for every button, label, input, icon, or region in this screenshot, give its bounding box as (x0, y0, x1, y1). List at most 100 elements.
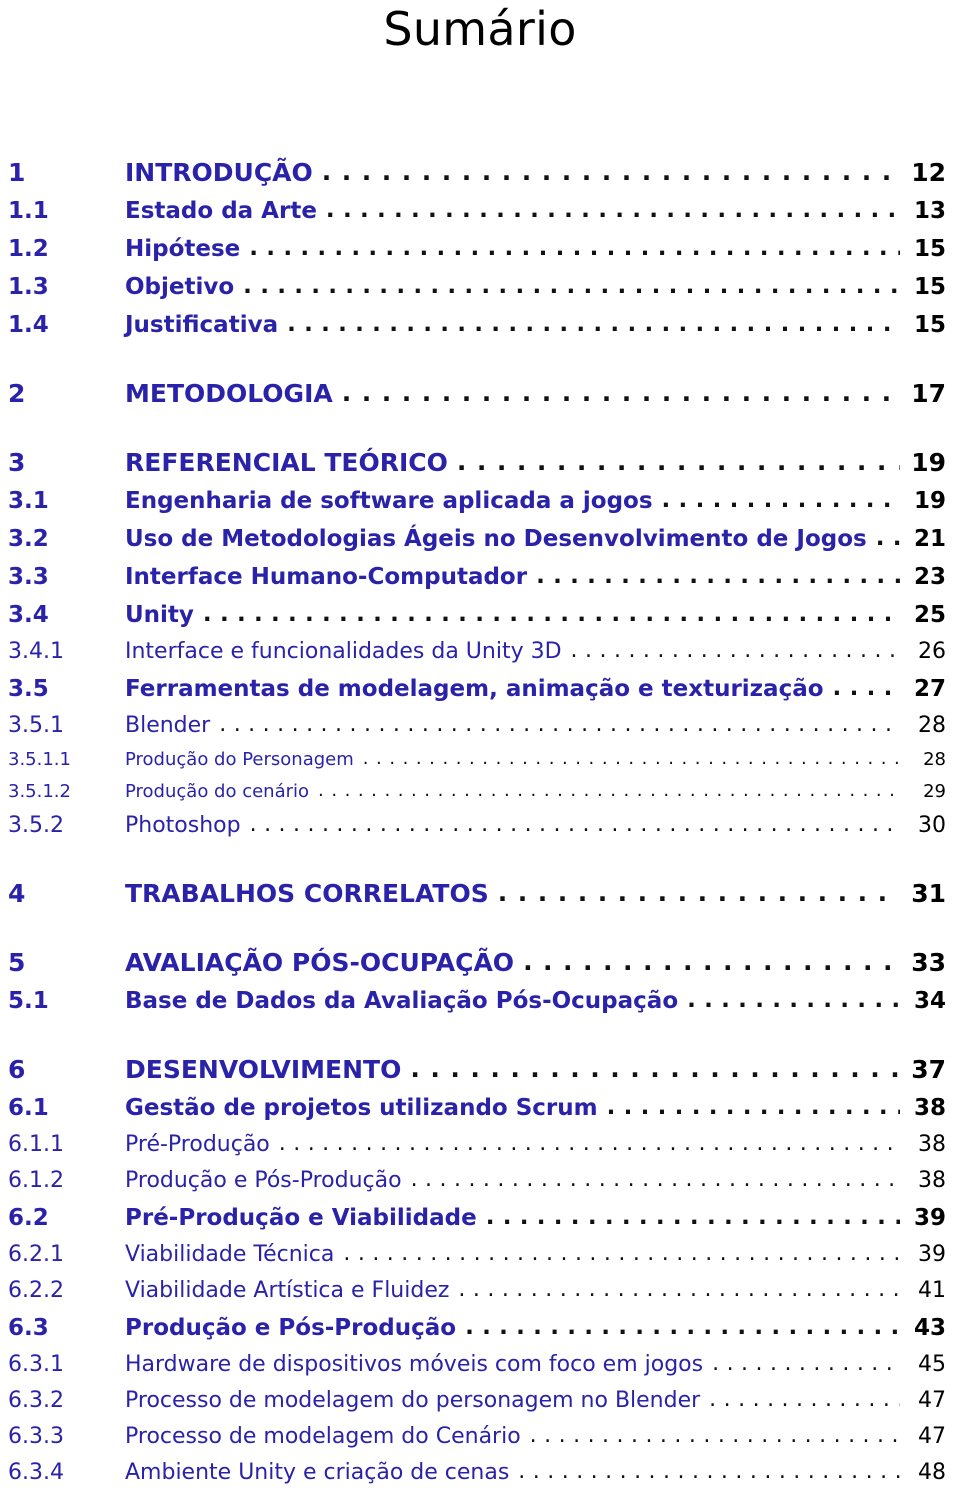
page-title: Sumário (383, 2, 577, 56)
toc-entry-title: Objetivo (125, 274, 235, 300)
toc-entry[interactable]: 6.2.2 Viabilidade Artística e Fluidez....… (0, 1278, 946, 1303)
toc-entry-title: Interface Humano-Computador (125, 564, 528, 590)
toc-entry-title: Produção do cenário (125, 781, 310, 802)
toc-entry[interactable]: 3.2 Uso de Metodologias Ágeis no Desenvol… (0, 526, 946, 552)
toc-entry[interactable]: 3.1 Engenharia de software aplicada a jog… (0, 488, 946, 514)
dot-leader: ........................................… (458, 1279, 900, 1301)
toc-entry[interactable]: 6.3.1 Hardware de dispositivos móveis com… (0, 1353, 946, 1376)
dot-leader: ........................................… (832, 677, 900, 700)
toc-entry[interactable]: 6.1.2 Produção e Pós-Produção............… (0, 1168, 946, 1193)
toc-entry[interactable]: 6.1 Gestão de projetos utilizando Scrum..… (0, 1095, 946, 1121)
toc-entry-title: DESENVOLVIMENTO (125, 1055, 402, 1084)
dot-leader: ........................................… (321, 159, 900, 184)
toc-entry-title: Interface e funcionalidades da Unity 3D (125, 639, 562, 664)
toc-entry-page: 48 (918, 1460, 946, 1485)
toc-entry-number: 3 (8, 448, 26, 477)
toc-entry-title: TRABALHOS CORRELATOS (125, 879, 489, 908)
toc-entry-page: 26 (918, 639, 946, 664)
dot-leader: ........................................… (465, 1316, 900, 1339)
dot-leader: ........................................… (497, 880, 900, 905)
dot-leader: ........................................… (875, 527, 900, 550)
dot-leader: ........................................… (709, 1389, 900, 1411)
toc-entry[interactable]: 4 TRABALHOS CORRELATOS...................… (0, 879, 946, 908)
toc-entry-number: 3.2 (8, 526, 49, 552)
toc-entry[interactable]: 1.2 Hipótese.............................… (0, 236, 946, 262)
toc-entry-page: 19 (911, 448, 946, 477)
toc-entry-list: 1 INTRODUÇÃO.............................… (0, 158, 960, 1485)
dot-leader: ........................................… (410, 1056, 900, 1081)
toc-entry-page: 38 (918, 1168, 946, 1193)
toc-entry-page: 43 (913, 1315, 946, 1341)
toc-entry[interactable]: 3.5.1.1 Produção do Personagem...........… (0, 749, 946, 770)
toc-entry-title: Estado da Arte (125, 198, 317, 224)
toc-entry-number: 3.4.1 (8, 639, 64, 664)
toc-entry[interactable]: 1.3 Objetivo.............................… (0, 274, 946, 300)
toc-entry-page: 25 (913, 602, 946, 628)
toc-entry-page: 12 (911, 158, 946, 187)
toc-entry[interactable]: 3.5.2 Photoshop..........................… (0, 813, 946, 838)
toc-entry-page: 15 (913, 274, 946, 300)
toc-entry[interactable]: 3.5.1.2 Produção do cenário..............… (0, 781, 946, 802)
toc-entry-title: Pré-Produção e Viabilidade (125, 1205, 477, 1231)
toc-entry[interactable]: 3.3 Interface Humano-Computador..........… (0, 564, 946, 590)
toc-entry-number: 6.2 (8, 1205, 49, 1231)
toc-entry-number: 3.5.1.1 (8, 749, 71, 770)
toc-entry-title: Blender (125, 713, 211, 738)
dot-leader: ........................................… (536, 565, 900, 588)
toc-entry[interactable]: 6.3.4 Ambiente Unity e criação de cenas..… (0, 1460, 946, 1485)
dot-leader: ........................................… (712, 1353, 900, 1375)
toc-entry[interactable]: 3.5 Ferramentas de modelagem, animação e … (0, 676, 946, 702)
toc-entry-number: 1.4 (8, 312, 49, 338)
toc-entry-number: 6.3 (8, 1315, 49, 1341)
toc-entry-number: 6.3.3 (8, 1424, 64, 1449)
toc-entry-number: 3.1 (8, 488, 49, 514)
toc-entry-title: AVALIAÇÃO PÓS-OCUPAÇÃO (125, 948, 515, 977)
toc-entry-page: 31 (911, 879, 946, 908)
toc-entry[interactable]: 5.1 Base de Dados da Avaliação Pós-Ocupaç… (0, 988, 946, 1014)
toc-entry-title: Gestão de projetos utilizando Scrum (125, 1095, 598, 1121)
toc-entry[interactable]: 1.1 Estado da Arte.......................… (0, 198, 946, 224)
toc-entry[interactable]: 3.4 Unity................................… (0, 602, 946, 628)
toc-entry-number: 1 (8, 158, 26, 187)
toc-entry-number: 3.5 (8, 676, 49, 702)
toc-entry-title: Produção e Pós-Produção (125, 1168, 402, 1193)
toc-page: Sumário 1 INTRODUÇÃO.....................… (0, 0, 960, 1490)
toc-entry-number: 1.2 (8, 236, 49, 262)
toc-entry[interactable]: 6.2 Pré-Produção e Viabilidade...........… (0, 1205, 946, 1231)
toc-entry-page: 15 (913, 236, 946, 262)
dot-leader: ........................................… (523, 949, 900, 974)
toc-entry-title: Photoshop (125, 813, 241, 838)
toc-entry[interactable]: 1 INTRODUÇÃO.............................… (0, 158, 946, 187)
toc-entry[interactable]: 6.3.2 Processo de modelagem do personagem… (0, 1389, 946, 1412)
toc-entry[interactable]: 1.4 Justificativa........................… (0, 312, 946, 338)
toc-entry[interactable]: 5 AVALIAÇÃO PÓS-OCUPAÇÃO.................… (0, 948, 946, 977)
dot-leader: ........................................… (249, 814, 900, 836)
dot-leader: ........................................… (249, 237, 900, 260)
toc-entry-title: INTRODUÇÃO (125, 158, 313, 187)
dot-leader: ........................................… (318, 782, 900, 800)
toc-entry-page: 28 (923, 749, 946, 770)
toc-entry-title: Justificativa (125, 312, 279, 338)
toc-entry[interactable]: 6.1.1 Pré-Produção.......................… (0, 1132, 946, 1157)
toc-entry-page: 28 (918, 713, 946, 738)
toc-entry[interactable]: 6.2.1 Viabilidade Técnica................… (0, 1243, 946, 1266)
dot-leader: ........................................… (362, 750, 900, 768)
dot-leader: ........................................… (243, 275, 900, 298)
toc-entry[interactable]: 6.3.3 Processo de modelagem do Cenário...… (0, 1424, 946, 1449)
toc-entry-title: Base de Dados da Avaliação Pós-Ocupação (125, 988, 679, 1014)
toc-entry[interactable]: 3.4.1 Interface e funcionalidades da Unit… (0, 639, 946, 664)
toc-entry[interactable]: 3 REFERENCIAL TEÓRICO....................… (0, 448, 946, 477)
toc-entry[interactable]: 6 DESENVOLVIMENTO........................… (0, 1055, 946, 1084)
toc-entry[interactable]: 2 METODOLOGIA............................… (0, 379, 946, 408)
toc-entry-number: 1.3 (8, 274, 49, 300)
toc-entry-page: 23 (913, 564, 946, 590)
dot-leader: ........................................… (410, 1169, 900, 1191)
toc-entry[interactable]: 3.5.1 Blender............................… (0, 713, 946, 738)
toc-entry-title: Viabilidade Artística e Fluidez (125, 1278, 450, 1303)
toc-entry[interactable]: 6.3 Produção e Pós-Produção..............… (0, 1315, 946, 1341)
toc-entry-number: 2 (8, 379, 26, 408)
toc-entry-title: Pré-Produção (125, 1132, 270, 1157)
dot-leader: ........................................… (343, 1243, 900, 1265)
dot-leader: ........................................… (606, 1096, 900, 1119)
toc-entry-page: 34 (913, 988, 946, 1014)
